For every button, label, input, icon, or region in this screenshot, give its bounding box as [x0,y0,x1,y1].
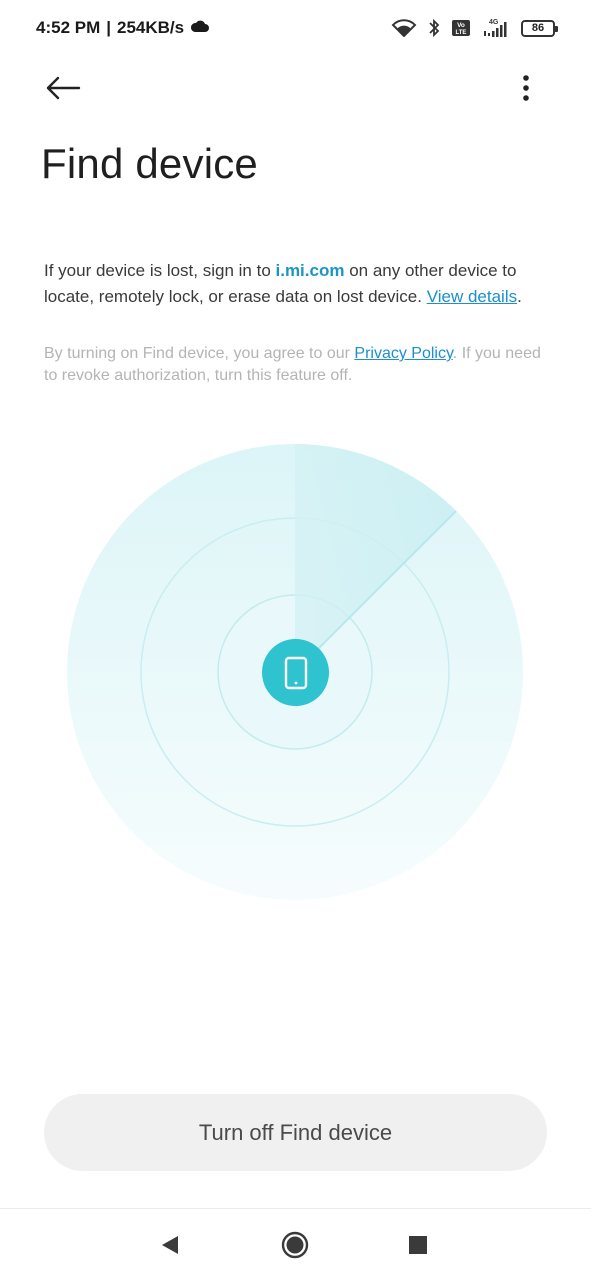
notice-part1: By turning on Find device, you agree to … [44,345,355,362]
svg-text:4G: 4G [489,19,499,26]
recents-square-icon [409,1236,427,1254]
description-part3: . [517,287,522,306]
phone-icon [284,656,307,689]
privacy-notice: By turning on Find device, you agree to … [44,343,544,387]
back-button[interactable] [40,70,86,106]
bluetooth-icon [427,18,441,38]
nav-back-button[interactable] [152,1227,188,1263]
wifi-icon [391,19,417,37]
turn-off-find-device-button[interactable]: Turn off Find device [44,1094,547,1171]
navigation-bar [0,1209,591,1280]
volte-icon: Vo LTE [451,19,471,37]
privacy-policy-link[interactable]: Privacy Policy [354,345,452,362]
svg-text:Vo: Vo [457,22,465,29]
status-speed: 254KB/s [117,18,185,37]
status-separator: | [106,18,112,37]
toolbar [0,60,591,116]
svg-text:LTE: LTE [456,30,467,36]
find-device-screen: 4:52 PM | 254KB/s Vo LTE 4G 86 Find devi… [0,0,591,1280]
view-details-link[interactable]: View details [427,287,517,306]
status-bar: 4:52 PM | 254KB/s Vo LTE 4G 86 [0,0,591,56]
status-time: 4:52 PM [36,18,101,37]
battery-level: 86 [531,22,545,34]
status-right: Vo LTE 4G 86 [391,17,558,39]
arrow-left-icon [46,76,81,100]
cloud-icon [190,18,210,38]
more-options-button[interactable] [511,70,541,106]
device-locator-button[interactable] [262,639,329,706]
site-name: i.mi.com [275,261,345,280]
home-circle-icon [281,1231,309,1259]
description-part1: If your device is lost, sign in to [44,261,276,280]
page-title: Find device [41,140,258,187]
more-vertical-icon [523,75,529,101]
battery-icon: 86 [521,19,558,37]
description-text: If your device is lost, sign in to i.mi.… [44,258,544,310]
status-left: 4:52 PM | 254KB/s [36,18,210,38]
nav-recents-button[interactable] [400,1227,436,1263]
nav-home-button[interactable] [277,1227,313,1263]
back-triangle-icon [162,1236,178,1254]
signal-icon: 4G [481,17,511,39]
